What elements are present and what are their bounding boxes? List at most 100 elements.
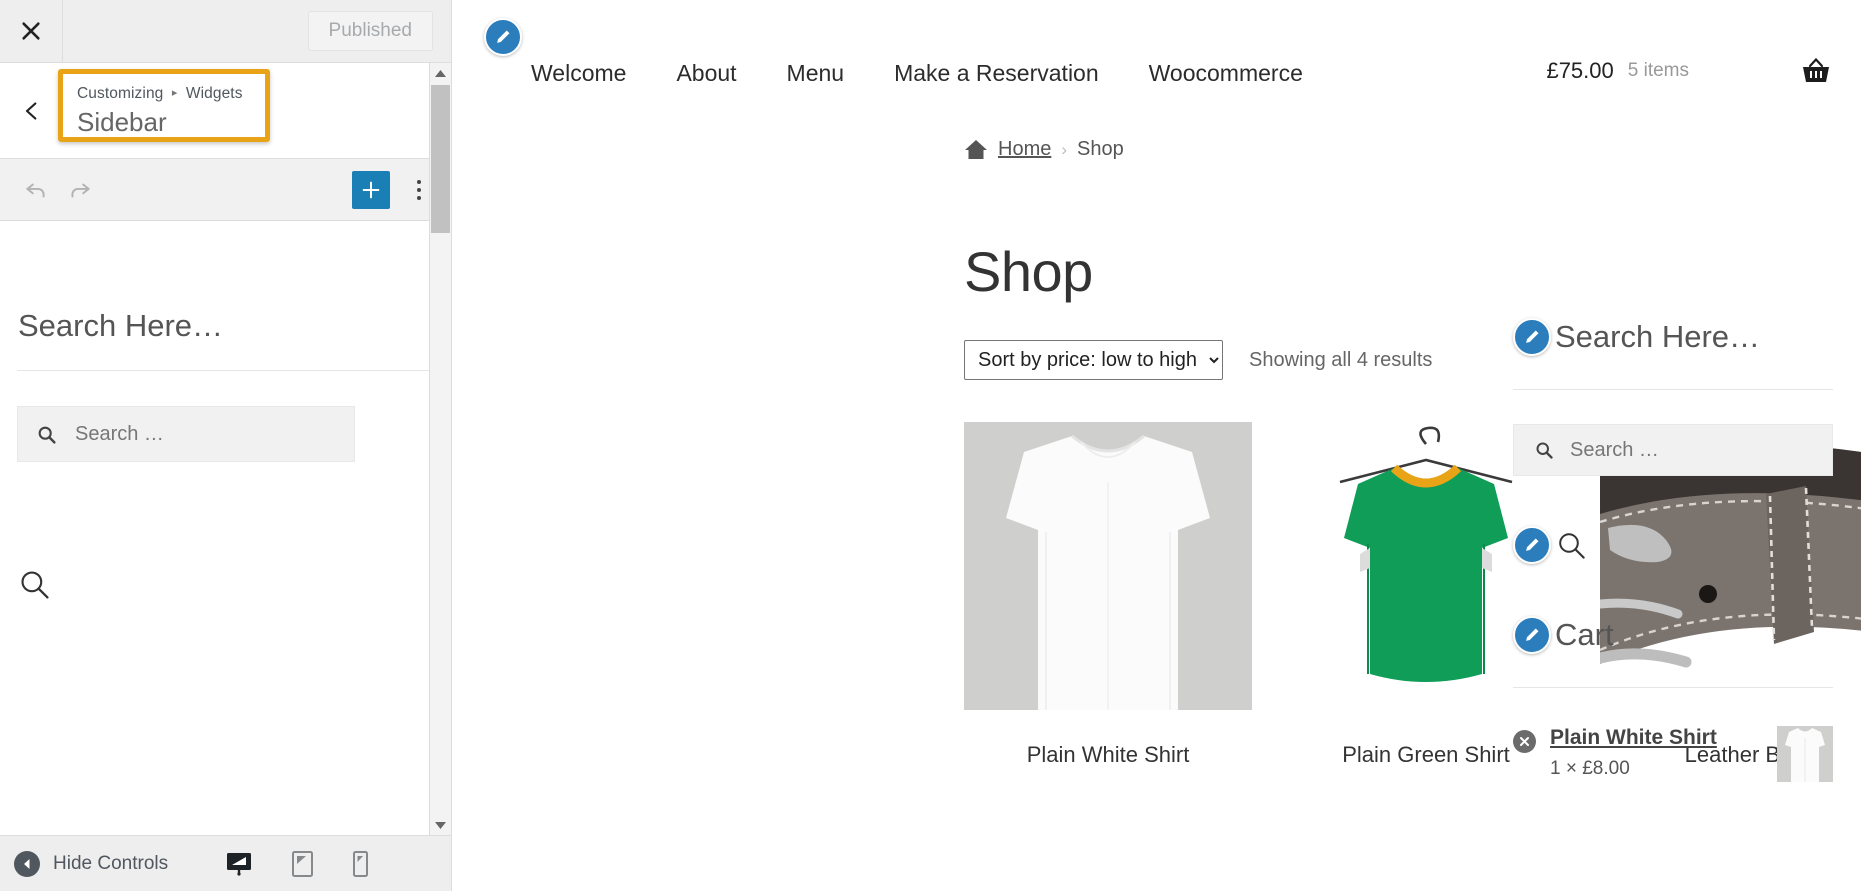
customizer-header: Published — [0, 0, 451, 63]
edit-shortcut-search-widget-button[interactable] — [1513, 318, 1551, 356]
plus-icon — [362, 181, 380, 198]
sidebar-search-placeholder: Search … — [1570, 438, 1659, 461]
hide-controls-icon-wrap — [14, 850, 40, 877]
widget-divider — [17, 370, 433, 371]
redo-icon — [71, 183, 90, 197]
nav-item-welcome[interactable]: Welcome — [506, 60, 651, 87]
section-title-wrap: Customizing ▸ Widgets Sidebar — [63, 83, 243, 138]
device-mobile-button[interactable] — [353, 850, 369, 877]
customizer-widget-list: Search Here… Search … — [0, 222, 450, 835]
close-customizer-button[interactable] — [0, 0, 63, 62]
customizer-panel: Published Customizing ▸ Widgets Sidebar — [0, 0, 452, 891]
sidebar-search-input[interactable]: Search … — [1513, 424, 1833, 476]
customizer-toolbar — [0, 159, 451, 221]
widget-search-input[interactable]: Search … — [17, 406, 355, 462]
search-icon[interactable] — [1555, 529, 1587, 561]
site-header: Welcome About Menu Make a Reservation Wo… — [452, 0, 1861, 110]
edit-shortcut-header-button[interactable] — [484, 18, 522, 56]
device-tablet-button[interactable] — [292, 850, 314, 877]
site-preview: Welcome About Menu Make a Reservation Wo… — [452, 0, 1861, 891]
redo-button[interactable] — [58, 168, 102, 212]
sort-by-select[interactable]: Sort by price: low to high — [964, 340, 1223, 380]
widget-search-placeholder: Search … — [75, 422, 164, 445]
nav-item-menu[interactable]: Menu — [762, 60, 870, 87]
close-icon — [22, 22, 40, 40]
device-preview-switcher — [226, 850, 369, 877]
scrollbar-thumb[interactable] — [431, 85, 450, 233]
pencil-icon — [1526, 628, 1539, 641]
cart-widget: Cart Plain White Shirt 1 × £8.00 — [1513, 616, 1833, 782]
results-count: Showing all 4 results — [1249, 348, 1433, 371]
dot — [417, 195, 421, 200]
breadcrumb-parent: Widgets — [185, 85, 243, 102]
preview-sidebar: Search Here… Search … Cart Plain White S… — [1513, 318, 1833, 790]
customizer-scrollbar[interactable] — [429, 63, 451, 835]
cart-line-thumbnail — [1777, 726, 1833, 782]
cart-item-count: 5 items — [1627, 60, 1689, 81]
breadcrumb: Home › Shop — [452, 138, 1861, 161]
customizer-app: Published Customizing ▸ Widgets Sidebar — [0, 0, 1861, 891]
hide-controls-button[interactable]: Hide Controls — [14, 850, 169, 877]
page-title: Shop — [964, 240, 1093, 303]
home-icon — [965, 139, 987, 159]
basket-icon — [1803, 57, 1829, 82]
pencil-icon — [1526, 538, 1539, 551]
cart-widget-title: Cart — [1555, 617, 1614, 652]
search-icon — [38, 426, 56, 444]
search-widget-header: Search Here… — [1513, 318, 1833, 356]
hide-controls-label: Hide Controls — [53, 852, 169, 874]
caret-up-icon — [435, 69, 446, 77]
tablet-icon — [292, 850, 314, 877]
publish-button[interactable]: Published — [307, 11, 433, 51]
remove-cart-item-button[interactable] — [1513, 730, 1536, 753]
cart-line-quantity: 1 × £8.00 — [1550, 758, 1630, 779]
widget-divider — [1513, 389, 1833, 390]
caret-left-icon — [24, 858, 30, 869]
breadcrumb-current: Shop — [1077, 138, 1124, 160]
mobile-icon — [353, 850, 369, 877]
white-shirt-image — [964, 422, 1252, 710]
nav-item-about[interactable]: About — [651, 60, 761, 87]
scroll-up-button[interactable] — [430, 63, 451, 83]
search-widget: Search Here… Search … — [1513, 318, 1833, 476]
scroll-down-button[interactable] — [430, 815, 451, 835]
nav-item-woocommerce[interactable]: Woocommerce — [1124, 60, 1328, 87]
add-widget-button[interactable] — [352, 170, 390, 209]
product-name[interactable]: Plain White Shirt — [964, 742, 1252, 768]
pencil-icon — [1526, 330, 1539, 343]
search-toggle-button[interactable] — [17, 567, 51, 601]
breadcrumb-home-link[interactable]: Home — [998, 138, 1051, 161]
undo-icon — [26, 183, 45, 197]
cart-line-product-link[interactable]: Plain White Shirt — [1550, 726, 1763, 750]
product-image-white-shirt[interactable] — [964, 422, 1252, 710]
edit-shortcut-cart-widget-button[interactable] — [1513, 616, 1551, 654]
pencil-icon — [497, 30, 510, 43]
search-icon — [21, 571, 49, 599]
customizer-section-header: Customizing ▸ Widgets Sidebar — [0, 63, 451, 159]
cart-basket-button[interactable] — [1801, 57, 1831, 85]
dot — [417, 187, 421, 192]
cart-widget-header: Cart — [1513, 616, 1833, 654]
cart-line-item: Plain White Shirt 1 × £8.00 — [1513, 726, 1833, 782]
undo-button[interactable] — [14, 168, 58, 212]
nav-item-make-a-reservation[interactable]: Make a Reservation — [869, 60, 1124, 87]
breadcrumb-separator-icon: ▸ — [171, 87, 178, 99]
search-widget-title: Search Here… — [1555, 319, 1761, 354]
edit-shortcut-search-icon-widget-button[interactable] — [1513, 526, 1551, 564]
breadcrumb-root: Customizing — [77, 85, 164, 102]
widget-heading: Search Here… — [18, 308, 224, 343]
product-card: Plain White Shirt — [964, 422, 1252, 768]
customizer-footer: Hide Controls — [0, 835, 451, 891]
desktop-icon — [227, 852, 252, 876]
search-icon — [1536, 442, 1553, 459]
dot — [417, 179, 421, 184]
caret-down-icon — [435, 821, 446, 829]
device-desktop-button[interactable] — [226, 852, 252, 876]
back-button[interactable] — [0, 63, 63, 158]
widget-divider — [1513, 687, 1833, 688]
search-icon-widget — [1513, 526, 1833, 564]
cart-total: £75.00 — [1546, 58, 1614, 83]
site-navigation: Welcome About Menu Make a Reservation Wo… — [506, 60, 1328, 87]
header-cart-area: £75.00 5 items — [1546, 57, 1831, 85]
section-title: Sidebar — [77, 107, 167, 137]
